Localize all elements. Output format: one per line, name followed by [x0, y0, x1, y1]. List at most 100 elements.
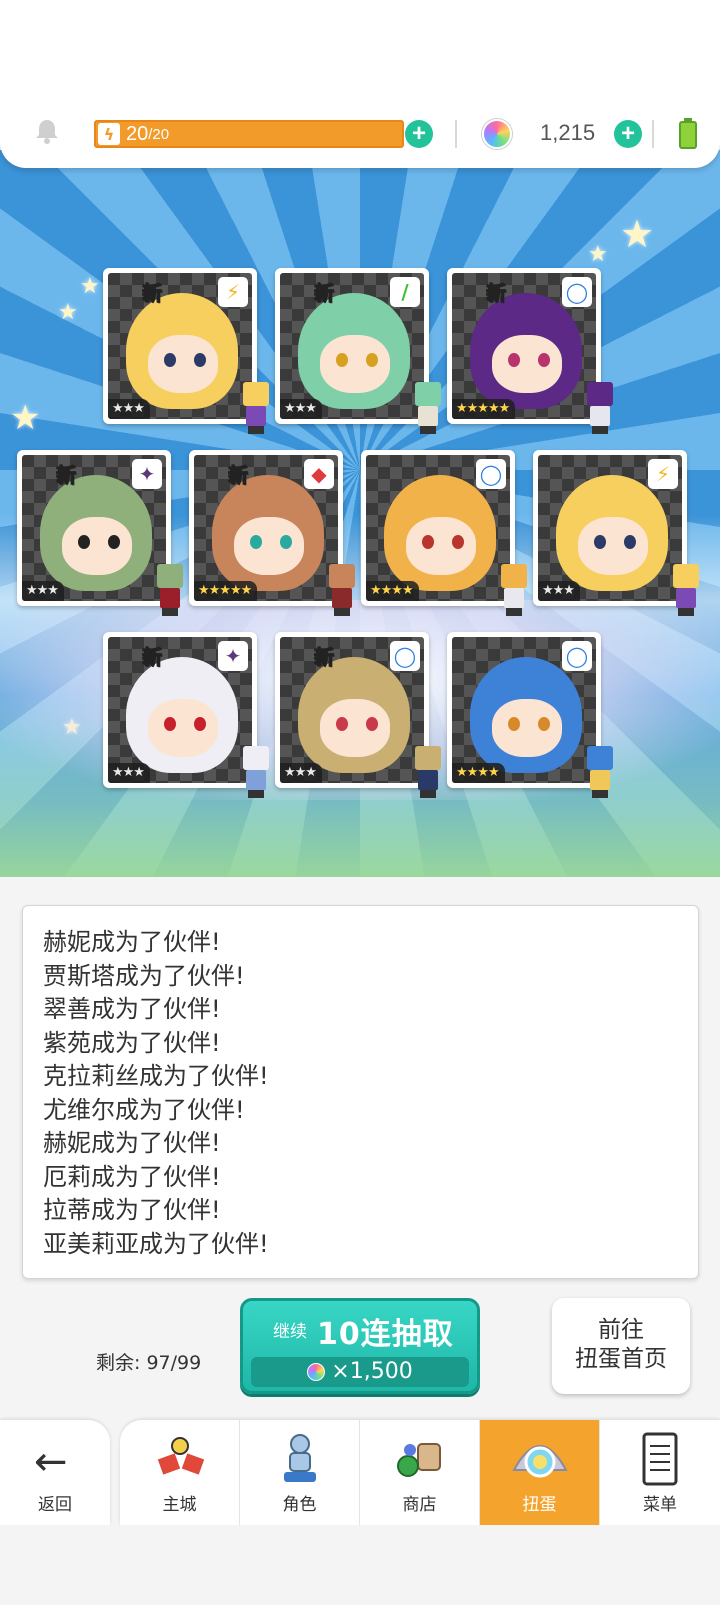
character-icon — [284, 1434, 316, 1482]
character-card[interactable]: 新 ◯ ★★★ — [275, 632, 441, 798]
back-button[interactable]: ← 返回 — [0, 1420, 110, 1525]
pull-10-button[interactable]: 继续 10连抽取 ×1,500 — [240, 1298, 480, 1394]
character-card[interactable]: 新 / ★★★ — [275, 268, 441, 434]
log-line: 厄莉成为了伙伴! — [43, 1162, 221, 1191]
tab-main-city[interactable]: 主城 — [120, 1420, 240, 1525]
bell-icon[interactable] — [33, 117, 61, 145]
log-line: 紫苑成为了伙伴! — [43, 1028, 221, 1057]
new-badge: 新 — [142, 281, 163, 306]
pull-cost: ×1,500 — [251, 1357, 469, 1387]
log-line: 尤维尔成为了伙伴! — [43, 1095, 245, 1124]
face — [492, 699, 562, 757]
stamina-bar: ϟ 20 /20 — [94, 120, 404, 148]
log-line: 贾斯塔成为了伙伴! — [43, 961, 245, 990]
face — [148, 335, 218, 393]
rarity-stars: ★★★ — [22, 581, 64, 601]
tab-characters[interactable]: 角色 — [240, 1420, 360, 1525]
face — [62, 517, 132, 575]
eye — [366, 353, 378, 367]
back-label: 返回 — [38, 1495, 72, 1515]
divider — [455, 120, 457, 148]
eye — [422, 535, 434, 549]
character-card[interactable]: ⚡ ★★★ — [533, 450, 699, 616]
tab-label: 主城 — [162, 1495, 197, 1515]
eye — [508, 353, 520, 367]
gacha-result-screen: { "status": { "stamina_current": "20", "… — [0, 0, 720, 1605]
continue-label: 继续 — [273, 1322, 307, 1342]
face — [492, 335, 562, 393]
character-card[interactable]: 新 ✦ ★★★ — [17, 450, 183, 616]
status-bar: ϟ 20 /20 + 1,215 + — [0, 0, 720, 168]
result-log[interactable]: 赫妮成为了伙伴! 贾斯塔成为了伙伴! 翠善成为了伙伴! 紫苑成为了伙伴! 克拉莉丝成为了… — [22, 905, 699, 1279]
character-portrait: ⚡ ★★★ — [538, 455, 682, 601]
character-card[interactable]: 新 ⚡ ★★★ — [103, 268, 269, 434]
new-badge: 新 — [314, 281, 335, 306]
eye — [538, 353, 550, 367]
lightning-element-icon: ⚡ — [218, 277, 248, 307]
fire-element-icon: ◆ — [304, 459, 334, 489]
new-badge: 新 — [56, 463, 77, 488]
new-badge: 新 — [142, 645, 163, 670]
character-portrait: 新 ⚡ ★★★ — [108, 273, 252, 419]
chibi-sprite-icon — [579, 382, 621, 434]
eye — [538, 717, 550, 731]
pull-label: 10连抽取 — [317, 1317, 454, 1352]
remaining-count: 剩余: 97/99 — [96, 1352, 202, 1374]
tab-menu[interactable]: 菜单 — [600, 1420, 720, 1525]
log-line: 亚美莉亚成为了伙伴! — [43, 1229, 269, 1258]
log-lines: 赫妮成为了伙伴! 贾斯塔成为了伙伴! 翠善成为了伙伴! 紫苑成为了伙伴! 克拉莉丝成为了… — [43, 926, 698, 1261]
water-element-icon: ◯ — [562, 641, 592, 671]
character-card[interactable]: ◯ ★★★★ — [447, 632, 613, 798]
bottom-nav: ← 返回 主城 角色 商店 扭蛋 菜单 — [0, 1420, 720, 1525]
add-stamina-button[interactable]: + — [405, 120, 433, 148]
chibi-sprite-icon — [579, 746, 621, 798]
water-element-icon: ◯ — [562, 277, 592, 307]
eye — [250, 535, 262, 549]
character-portrait: ◯ ★★★★ — [452, 637, 596, 783]
rarity-stars: ★★★★ — [452, 763, 505, 783]
castle-icon — [157, 1437, 205, 1475]
chibi-sprite-icon — [407, 746, 449, 798]
face — [320, 335, 390, 393]
tab-label: 扭蛋 — [522, 1495, 557, 1515]
dark-element-icon: ✦ — [132, 459, 162, 489]
chibi-sprite-icon — [493, 564, 535, 616]
divider — [652, 120, 654, 148]
eye — [336, 353, 348, 367]
log-line: 翠善成为了伙伴! — [43, 995, 221, 1023]
eye — [194, 353, 206, 367]
menu-icon — [642, 1432, 678, 1486]
back-arrow-icon: ← — [34, 1439, 68, 1485]
eye — [194, 717, 206, 731]
new-badge: 新 — [314, 645, 335, 670]
stamina-current: 20 — [126, 122, 149, 145]
new-badge: 新 — [486, 281, 507, 306]
eye — [508, 717, 520, 731]
face — [578, 517, 648, 575]
character-card[interactable]: ◯ ★★★★ — [361, 450, 527, 616]
character-card[interactable]: 新 ✦ ★★★ — [103, 632, 269, 798]
goto-label-line2: 扭蛋首页 — [575, 1346, 667, 1372]
character-card[interactable]: 新 ◯ ★★★★★ — [447, 268, 613, 434]
stamina-max: /20 — [148, 125, 170, 143]
water-element-icon: ◯ — [476, 459, 506, 489]
rainbow-gem-icon — [307, 1363, 326, 1381]
character-card[interactable]: 新 ◆ ★★★★★ — [189, 450, 355, 616]
add-gems-button[interactable]: + — [614, 120, 642, 148]
rarity-stars: ★★★★ — [366, 581, 419, 601]
goto-gacha-home-button[interactable]: 前往 扭蛋首页 — [552, 1298, 690, 1394]
rarity-stars: ★★★★★ — [194, 581, 258, 601]
log-line: 赫妮成为了伙伴! — [43, 1129, 221, 1157]
character-portrait: 新 ◆ ★★★★★ — [194, 455, 338, 601]
rainbow-gem-icon — [482, 119, 512, 149]
eye — [624, 535, 636, 549]
eye — [164, 353, 176, 367]
tab-gacha[interactable]: 扭蛋 — [480, 1420, 600, 1525]
eye — [366, 717, 378, 731]
system-nav-area — [0, 1525, 720, 1605]
eye — [452, 535, 464, 549]
character-portrait: 新 ◯ ★★★★★ — [452, 273, 596, 419]
tab-shop[interactable]: 商店 — [360, 1420, 480, 1525]
pull-cost-value: ×1,500 — [331, 1359, 413, 1384]
character-portrait: 新 / ★★★ — [280, 273, 424, 419]
